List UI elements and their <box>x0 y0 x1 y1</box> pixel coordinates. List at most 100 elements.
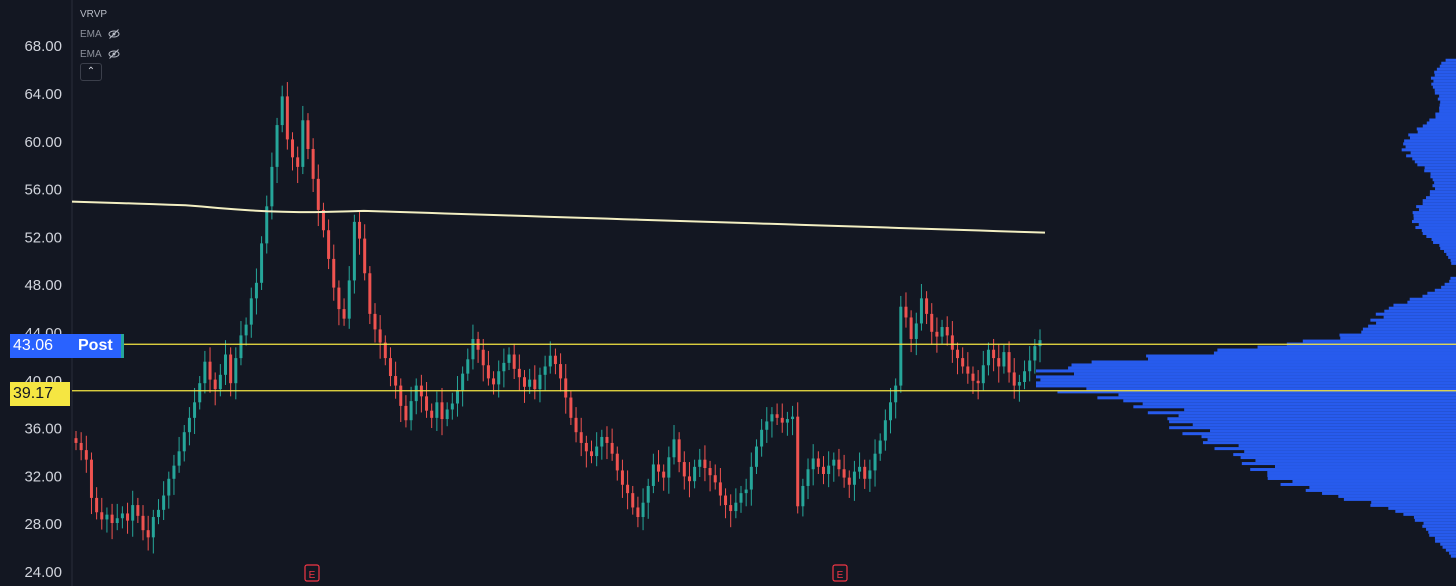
volume-profile-bar <box>1393 303 1456 307</box>
candle-body <box>301 120 305 167</box>
candle-body <box>89 459 93 498</box>
candle-body <box>548 355 552 367</box>
candle-body <box>584 442 588 452</box>
post-price-tag: 43.06 <box>10 334 70 358</box>
volume-profile-bar <box>1142 402 1456 406</box>
volume-profile-bar <box>1040 378 1456 382</box>
candle-body <box>162 495 166 510</box>
candle-body <box>997 358 1001 367</box>
volume-profile-bar <box>1339 333 1456 337</box>
volume-profile-bar <box>1395 509 1456 513</box>
candle-body <box>1023 371 1027 382</box>
candle-body <box>729 505 733 512</box>
candle-body <box>636 507 640 518</box>
candle-body <box>193 402 197 418</box>
candle-body <box>378 329 382 343</box>
volume-profile-bar <box>1407 300 1456 304</box>
candle-body <box>481 349 485 366</box>
candle-body <box>620 470 624 485</box>
volume-profile-bar <box>1414 160 1456 164</box>
candle-body <box>626 484 630 494</box>
candle-body <box>842 469 846 478</box>
legend-row-ema-2[interactable]: EMA <box>80 44 120 64</box>
earnings-marker[interactable]: E <box>304 564 320 582</box>
candlestick-series <box>74 82 1042 554</box>
candle-body <box>847 477 851 485</box>
volume-profile-bar <box>1429 118 1456 122</box>
volume-profile-bar <box>1434 181 1456 185</box>
candle-body <box>945 327 949 336</box>
candle-body <box>455 390 459 404</box>
candle-body <box>280 96 284 126</box>
candle-body <box>399 385 403 406</box>
candle-body <box>1038 340 1042 347</box>
chevron-up-icon[interactable]: ⌃ <box>80 63 102 81</box>
volume-profile-bar <box>1449 279 1456 283</box>
eye-hidden-icon[interactable] <box>108 28 120 40</box>
y-tick-label: 60.00 <box>24 134 62 151</box>
earnings-markers[interactable]: EE <box>304 564 848 582</box>
candle-body <box>579 432 583 443</box>
volume-profile-bar <box>1383 315 1456 319</box>
price-axis[interactable]: 24.0028.0032.0036.0040.0044.0048.0052.00… <box>24 0 73 586</box>
volume-profile-bar <box>1404 139 1456 143</box>
volume-profile-bar <box>1422 294 1456 298</box>
volume-profile-bar <box>1406 154 1456 158</box>
candle-body <box>909 317 913 339</box>
volume-profile-bar <box>1443 249 1456 253</box>
candle-body <box>811 458 815 470</box>
candle-body <box>95 497 99 513</box>
candle-body <box>956 349 960 359</box>
volume-profile-bar <box>1413 214 1456 218</box>
candle-body <box>291 139 295 158</box>
candle-body <box>352 221 356 281</box>
candle-body <box>662 471 666 478</box>
volume-profile-bar <box>1207 438 1456 442</box>
candle-body <box>677 439 681 463</box>
candle-body <box>775 414 779 418</box>
legend-row-vrvp[interactable]: VRVP <box>80 4 120 24</box>
candle-body <box>79 442 83 451</box>
earnings-marker[interactable]: E <box>832 564 848 582</box>
post-session-label[interactable]: Post <box>70 334 124 358</box>
candle-body <box>770 414 774 422</box>
volume-profile-bar <box>1409 297 1456 301</box>
volume-profile-bar <box>1255 459 1456 463</box>
volume-profile-bar <box>1432 184 1456 188</box>
candle-body <box>414 385 418 402</box>
volume-profile-bar <box>1412 220 1456 224</box>
volume-profile-bar <box>1167 417 1456 421</box>
candle-body <box>198 383 202 403</box>
candle-body <box>218 374 222 390</box>
candle-body <box>363 238 367 274</box>
legend-row-ema-1[interactable]: EMA <box>80 24 120 44</box>
candle-body <box>296 157 300 167</box>
volume-profile-bar <box>1238 444 1456 448</box>
volume-profile-bar <box>1424 169 1456 173</box>
candle-body <box>533 379 537 390</box>
volume-profile-bar <box>1426 527 1456 531</box>
candle-body <box>858 466 862 472</box>
volume-profile-bar <box>1435 187 1456 191</box>
volume-profile-bar <box>1439 94 1456 98</box>
price-chart[interactable]: 24.0028.0032.0036.0040.0044.0048.0052.00… <box>0 0 1456 586</box>
volume-profile-bar <box>1431 237 1456 241</box>
candle-body <box>971 373 975 381</box>
candle-body <box>497 371 501 385</box>
candle-body <box>754 446 758 467</box>
volume-profile-bar <box>1423 521 1456 525</box>
candle-body <box>450 403 454 410</box>
volume-profile-bar <box>1422 232 1456 236</box>
volume-profile-bar <box>1439 64 1456 68</box>
candle-body <box>682 462 686 477</box>
volume-profile-bar <box>1432 85 1456 89</box>
candle-body <box>925 298 929 314</box>
candle-body <box>440 402 444 420</box>
volume-profile-bar <box>1430 76 1456 80</box>
candle-body <box>110 514 114 524</box>
volume-profile-bar <box>1361 330 1456 334</box>
candle-body <box>687 476 691 482</box>
eye-hidden-icon[interactable] <box>108 48 120 60</box>
volume-profile-bar <box>1431 82 1456 86</box>
volume-profile-bar <box>1442 545 1456 549</box>
